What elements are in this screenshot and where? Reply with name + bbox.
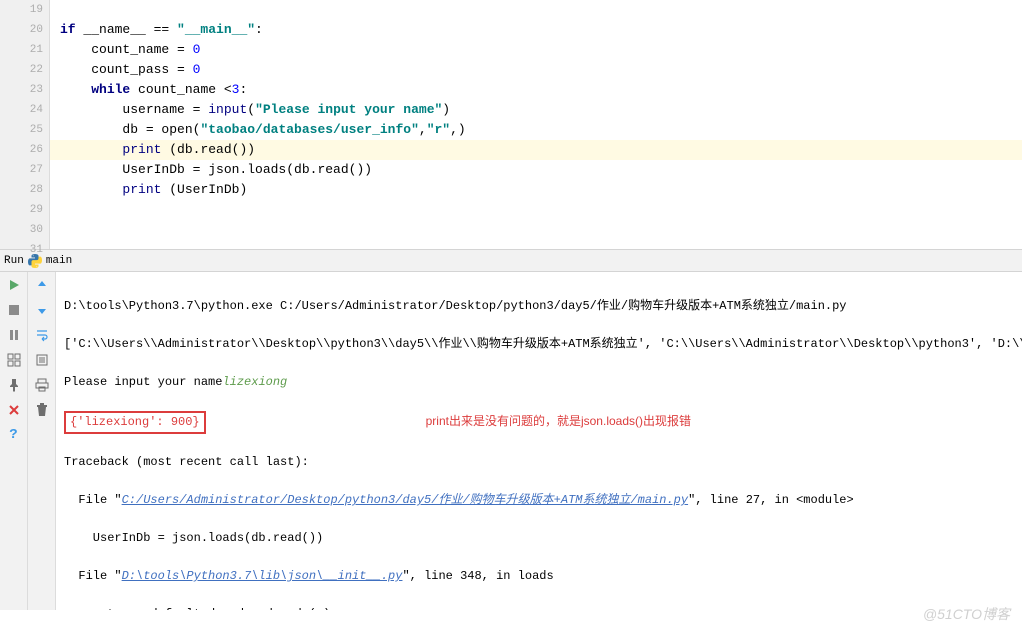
up-button[interactable] — [33, 276, 51, 294]
close-button[interactable] — [5, 401, 23, 419]
console-line: {'lizexiong': 900} print出来是没有问题的，就是json.l… — [64, 411, 1014, 434]
line-number: 30 — [0, 220, 43, 240]
pause-button[interactable] — [5, 326, 23, 344]
console-line: return _default_decoder.decode(s) — [64, 605, 1014, 610]
pin-button[interactable] — [5, 376, 23, 394]
code-line: print (UserInDb) — [60, 180, 1022, 200]
run-button[interactable] — [5, 276, 23, 294]
line-number: 26 — [0, 140, 43, 160]
line-number: 25 — [0, 120, 43, 140]
code-content[interactable]: if __name__ == "__main__": count_name = … — [50, 0, 1022, 249]
output-toolbar — [28, 272, 56, 610]
down-button[interactable] — [33, 301, 51, 319]
stop-button[interactable] — [5, 301, 23, 319]
console-line: File "C:/Users/Administrator/Desktop/pyt… — [64, 491, 1014, 510]
line-number: 19 — [0, 0, 43, 20]
file-link[interactable]: D:\tools\Python3.7\lib\json\__init__.py — [122, 569, 403, 583]
line-number: 27 — [0, 160, 43, 180]
file-link[interactable]: C:/Users/Administrator/Desktop/python3/d… — [122, 493, 688, 507]
console-output[interactable]: D:\tools\Python3.7\python.exe C:/Users/A… — [56, 272, 1022, 610]
console-line: D:\tools\Python3.7\python.exe C:/Users/A… — [64, 297, 1014, 316]
code-line: db = open("taobao/databases/user_info","… — [60, 120, 1022, 140]
code-line: count_name = 0 — [60, 40, 1022, 60]
line-number: 24 — [0, 100, 43, 120]
run-label: Run — [4, 255, 24, 267]
print-button[interactable] — [33, 376, 51, 394]
delete-button[interactable] — [33, 401, 51, 419]
console-line: Please input your namelizexiong — [64, 373, 1014, 392]
line-number: 28 — [0, 180, 43, 200]
code-line-highlighted: print (db.read()) — [50, 140, 1022, 160]
run-toolbar: ? — [0, 272, 28, 610]
watermark: @51CTO博客 — [923, 604, 1010, 624]
console-line: UserInDb = json.loads(db.read()) — [64, 529, 1014, 548]
console-line: File "D:\tools\Python3.7\lib\json\__init… — [64, 567, 1014, 586]
code-line: username = input("Please input your name… — [60, 100, 1022, 120]
code-line: count_pass = 0 — [60, 60, 1022, 80]
scroll-button[interactable] — [33, 351, 51, 369]
code-line: while count_name <3: — [60, 80, 1022, 100]
line-number: 20 — [0, 20, 43, 40]
annotation-text: print出来是没有问题的，就是json.loads()出现报错 — [426, 412, 691, 431]
run-config-name: main — [46, 255, 72, 267]
help-button[interactable]: ? — [5, 426, 23, 444]
line-number: 21 — [0, 40, 43, 60]
annotation-box: {'lizexiong': 900} — [64, 411, 206, 434]
line-gutter[interactable]: 19 20 21 22 23 24 25 26 27 28 29 30 31 — [0, 0, 50, 249]
code-line: UserInDb = json.loads(db.read()) — [60, 160, 1022, 180]
console-panel: ? D:\tools\Python3.7\python.exe C:/Users… — [0, 272, 1022, 610]
line-number: 29 — [0, 200, 43, 220]
code-editor: 19 20 21 22 23 24 25 26 27 28 29 30 31 i… — [0, 0, 1022, 250]
wrap-button[interactable] — [33, 326, 51, 344]
console-line: ['C:\\Users\\Administrator\\Desktop\\pyt… — [64, 335, 1014, 354]
line-number: 23 — [0, 80, 43, 100]
console-line: Traceback (most recent call last): — [64, 453, 1014, 472]
code-line: if __name__ == "__main__": — [60, 20, 1022, 40]
layout-button[interactable] — [5, 351, 23, 369]
python-icon — [28, 254, 42, 268]
line-number: 22 — [0, 60, 43, 80]
